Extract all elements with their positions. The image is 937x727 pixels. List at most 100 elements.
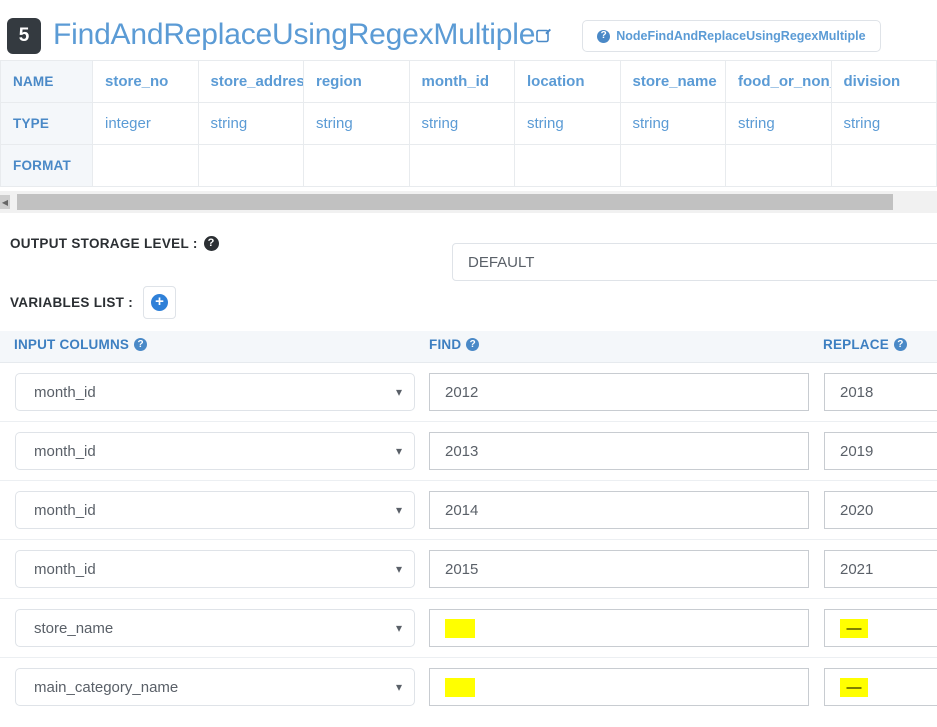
- schema-row-label-type: TYPE: [0, 102, 93, 145]
- chevron-down-icon: ▾: [395, 444, 402, 458]
- column-header-replace-label: REPLACE: [823, 337, 889, 352]
- schema-cell-type: string: [725, 102, 832, 145]
- schema-row-format: FORMAT: [0, 144, 937, 187]
- replace-input[interactable]: 2021: [824, 550, 937, 588]
- replace-value: 2020: [840, 501, 874, 519]
- page-title-text: FindAndReplaceUsingRegexMultiple: [53, 18, 536, 52]
- input-column-value: store_name: [34, 619, 114, 637]
- question-circle-icon[interactable]: ?: [466, 338, 480, 351]
- schema-table: NAME store_no store_address region month…: [0, 60, 937, 187]
- find-value: 2015: [445, 560, 479, 578]
- redacted-value: —: [840, 677, 868, 697]
- schema-cell-format: [408, 144, 515, 187]
- output-storage-label: OUTPUT STORAGE LEVEL : ?: [10, 235, 219, 251]
- input-column-select[interactable]: month_id ▾: [15, 550, 415, 588]
- mapping-row: store_name ▾ —: [0, 599, 937, 658]
- schema-cell-name: store_name: [619, 60, 726, 103]
- replace-input[interactable]: 2019: [824, 432, 937, 470]
- column-header-input-columns: INPUT COLUMNS ?: [14, 337, 148, 352]
- schema-cell-format: [619, 144, 726, 187]
- question-circle-icon: ?: [597, 29, 611, 43]
- schema-cell-type: string: [514, 102, 621, 145]
- replace-value: 2019: [840, 442, 874, 460]
- replace-input[interactable]: —: [824, 668, 937, 706]
- schema-cell-format: [92, 144, 199, 187]
- schema-horizontal-scrollbar[interactable]: ◀: [0, 191, 937, 213]
- node-doc-button[interactable]: ? NodeFindAndReplaceUsingRegexMultiple: [582, 20, 881, 52]
- schema-cell-type: string: [197, 102, 304, 145]
- input-column-value: month_id: [34, 560, 96, 578]
- scrollbar-track[interactable]: [10, 194, 937, 210]
- question-circle-icon[interactable]: ?: [134, 338, 148, 351]
- redacted-value: [445, 618, 475, 638]
- variables-list-row: VARIABLES LIST : +: [0, 273, 937, 331]
- replace-value: 2018: [840, 383, 874, 401]
- schema-cell-name: region: [303, 60, 410, 103]
- find-value: 2014: [445, 501, 479, 519]
- replace-input[interactable]: 2020: [824, 491, 937, 529]
- find-input[interactable]: 2013: [429, 432, 809, 470]
- replace-value: 2021: [840, 560, 874, 578]
- chevron-left-icon[interactable]: ◀: [0, 195, 10, 209]
- variables-list-label: VARIABLES LIST :: [10, 294, 134, 310]
- schema-cell-name: store_no: [92, 60, 199, 103]
- schema-cell-format: [830, 144, 937, 187]
- input-column-select[interactable]: month_id ▾: [15, 432, 415, 470]
- schema-cell-name: location: [514, 60, 621, 103]
- output-storage-label-text: OUTPUT STORAGE LEVEL :: [10, 235, 198, 251]
- schema-cell-type: string: [303, 102, 410, 145]
- input-column-select[interactable]: month_id ▾: [15, 491, 415, 529]
- schema-table-container: NAME store_no store_address region month…: [0, 60, 937, 187]
- schema-cell-format: [303, 144, 410, 187]
- chevron-down-icon: ▾: [395, 385, 402, 399]
- column-header-find: FIND ?: [429, 337, 480, 352]
- find-input[interactable]: 2014: [429, 491, 809, 529]
- schema-cell-name: month_id: [408, 60, 515, 103]
- column-header-find-label: FIND: [429, 337, 462, 352]
- schema-row-label-name: NAME: [0, 60, 93, 103]
- find-input[interactable]: 2012: [429, 373, 809, 411]
- schema-row-name: NAME store_no store_address region month…: [0, 60, 937, 103]
- redacted-value: [445, 677, 475, 697]
- input-column-select[interactable]: main_category_name ▾: [15, 668, 415, 706]
- chevron-down-icon: ▾: [395, 621, 402, 635]
- output-storage-select[interactable]: DEFAULT: [452, 243, 937, 281]
- schema-cell-type: string: [830, 102, 937, 145]
- input-column-value: month_id: [34, 501, 96, 519]
- mapping-row: month_id ▾ 2013 2019: [0, 422, 937, 481]
- edit-square-icon[interactable]: [536, 17, 552, 51]
- find-input[interactable]: [429, 609, 809, 647]
- input-column-select[interactable]: store_name ▾: [15, 609, 415, 647]
- mapping-row: month_id ▾ 2012 2018: [0, 363, 937, 422]
- column-header-input-columns-label: INPUT COLUMNS: [14, 337, 130, 352]
- add-variable-button[interactable]: +: [143, 285, 177, 319]
- mapping-row: month_id ▾ 2014 2020: [0, 481, 937, 540]
- node-doc-button-label: NodeFindAndReplaceUsingRegexMultiple: [616, 29, 866, 43]
- column-header-replace: REPLACE ?: [823, 337, 907, 352]
- schema-cell-format: [197, 144, 304, 187]
- question-circle-icon[interactable]: ?: [893, 338, 907, 351]
- output-storage-value: DEFAULT: [468, 253, 535, 271]
- schema-cell-type: string: [619, 102, 726, 145]
- mapping-grid-header: INPUT COLUMNS ? FIND ? REPLACE ?: [0, 331, 937, 363]
- input-column-select[interactable]: month_id ▾: [15, 373, 415, 411]
- find-input[interactable]: 2015: [429, 550, 809, 588]
- find-input[interactable]: [429, 668, 809, 706]
- mapping-grid-body: month_id ▾ 2012 2018 month_id ▾ 2013 201…: [0, 363, 937, 717]
- find-value: 2012: [445, 383, 479, 401]
- schema-cell-name: division: [830, 60, 937, 103]
- find-value: 2013: [445, 442, 479, 460]
- mapping-row: month_id ▾ 2015 2021: [0, 540, 937, 599]
- schema-cell-type: integer: [92, 102, 199, 145]
- input-column-value: main_category_name: [34, 678, 179, 696]
- replace-input[interactable]: 2018: [824, 373, 937, 411]
- scrollbar-thumb[interactable]: [17, 194, 893, 210]
- schema-cell-name: store_address: [197, 60, 304, 103]
- schema-row-type: TYPE integer string string string string…: [0, 102, 937, 145]
- schema-cell-name: food_or_non_food: [725, 60, 832, 103]
- mapping-row: main_category_name ▾ —: [0, 658, 937, 717]
- input-column-value: month_id: [34, 383, 96, 401]
- replace-input[interactable]: —: [824, 609, 937, 647]
- node-number-badge: 5: [7, 18, 41, 54]
- question-circle-icon[interactable]: ?: [203, 235, 219, 251]
